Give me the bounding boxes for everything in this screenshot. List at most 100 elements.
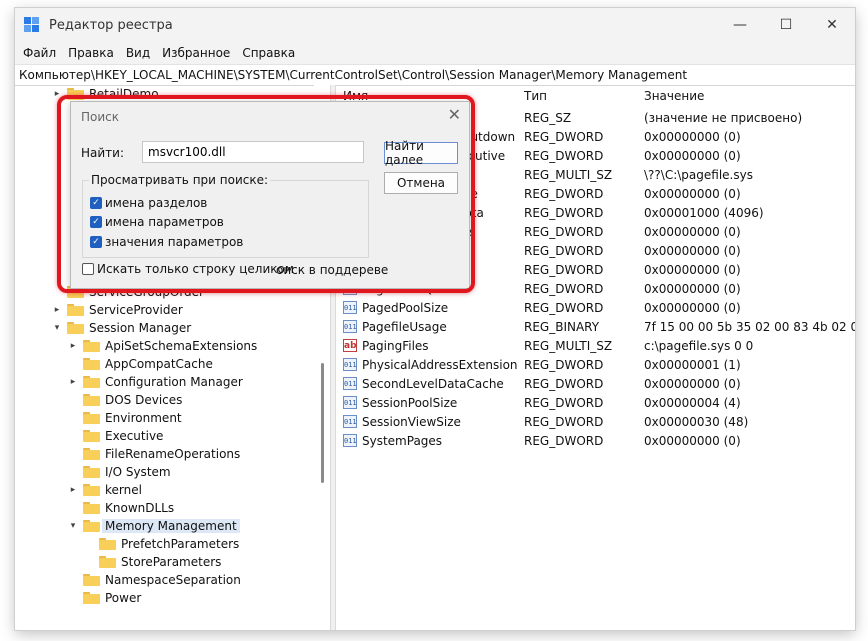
folder-icon: [83, 592, 100, 604]
folder-icon: [83, 502, 100, 514]
tree-item-label: PrefetchParameters: [121, 537, 240, 551]
value-row[interactable]: 011 SessionPoolSize REG_DWORD 0x00000004 (4…: [335, 393, 855, 412]
tree-item[interactable]: Executive: [67, 427, 163, 445]
binary-value-icon: 011: [343, 434, 357, 447]
no-expander: [83, 535, 95, 553]
value-type: REG_DWORD: [524, 205, 604, 220]
tree-item[interactable]: ▾ Session Manager: [51, 319, 191, 337]
value-type: REG_SZ: [524, 110, 572, 125]
title-bar[interactable]: Редактор реестра — ☐ ✕: [15, 8, 855, 42]
folder-icon: [83, 520, 100, 532]
value-data: c:\pagefile.sys 0 0: [644, 338, 754, 353]
value-type: REG_BINARY: [524, 319, 600, 334]
folder-icon: [67, 322, 84, 334]
value-data: 0x00000000 (0): [644, 224, 741, 239]
tree-scrollbar-thumb[interactable]: [321, 363, 324, 483]
folder-icon: [83, 574, 100, 586]
value-type: REG_DWORD: [524, 129, 604, 144]
tree-item[interactable]: StoreParameters: [83, 553, 221, 571]
tree-item[interactable]: ▸ ServiceProvider: [51, 301, 183, 319]
chevron-right-icon[interactable]: ▸: [51, 301, 63, 319]
value-name: PagefileUsage: [362, 319, 447, 334]
tree-item[interactable]: I/O System: [67, 463, 171, 481]
tree-item[interactable]: KnownDLLs: [67, 499, 174, 517]
value-row[interactable]: 011 SessionViewSize REG_DWORD 0x00000030 (4…: [335, 412, 855, 431]
value-data: 0x00000000 (0): [644, 186, 741, 201]
chevron-right-icon[interactable]: ▸: [67, 373, 79, 391]
value-row[interactable]: 011 PhysicalAddressExtension REG_DWORD 0x00…: [335, 355, 855, 374]
tree-item-label: Memory Management: [102, 519, 240, 533]
tree-item[interactable]: NamespaceSeparation: [67, 571, 241, 589]
value-type: REG_DWORD: [524, 414, 604, 429]
chevron-down-icon[interactable]: ▾: [67, 517, 79, 535]
tree-item[interactable]: ▸ Configuration Manager: [67, 373, 243, 391]
value-row[interactable]: 011 SecondLevelDataCache REG_DWORD 0x000000…: [335, 374, 855, 393]
menu-favorites[interactable]: Избранное: [156, 46, 236, 60]
tree-item-label: Configuration Manager: [105, 375, 243, 389]
no-expander: [67, 445, 79, 463]
tree-item-label: Session Manager: [89, 321, 192, 335]
value-name: SystemPages: [362, 433, 443, 448]
no-expander: [83, 553, 95, 571]
value-type: REG_DWORD: [524, 300, 604, 315]
menu-help[interactable]: Справка: [236, 46, 301, 60]
tree-item[interactable]: Power: [67, 589, 141, 607]
tree-item-label: StoreParameters: [121, 555, 222, 569]
value-name: SessionViewSize: [362, 414, 461, 429]
minimize-button[interactable]: —: [717, 8, 763, 42]
value-row[interactable]: ab PagingFiles REG_MULTI_SZ c:\pagefile.sys…: [335, 336, 855, 355]
window-title: Редактор реестра: [49, 17, 173, 33]
no-expander: [67, 571, 79, 589]
column-header-type[interactable]: Тип: [524, 89, 547, 103]
tree-item-label: I/O System: [105, 465, 171, 479]
tree-item-label: KnownDLLs: [105, 501, 175, 515]
folder-icon: [83, 340, 100, 352]
chevron-right-icon[interactable]: ▸: [67, 337, 79, 355]
value-data: 0x00000030 (48): [644, 414, 749, 429]
value-data: 0x00000000 (0): [644, 281, 741, 296]
column-header-value[interactable]: Значение: [644, 89, 704, 103]
close-button[interactable]: ✕: [809, 8, 855, 42]
no-expander: [67, 463, 79, 481]
value-row[interactable]: 011 SystemPages REG_DWORD 0x00000000 (0): [335, 431, 855, 450]
value-type: REG_DWORD: [524, 186, 604, 201]
value-type: REG_DWORD: [524, 281, 604, 296]
maximize-button[interactable]: ☐: [763, 8, 809, 42]
menu-file[interactable]: Файл: [17, 46, 62, 60]
folder-icon: [99, 538, 116, 550]
tree-item[interactable]: ▸ ApiSetSchemaExtensions: [67, 337, 258, 355]
value-data: 0x00000000 (0): [644, 148, 741, 163]
address-bar[interactable]: Компьютер\HKEY_LOCAL_MACHINE\SYSTEM\Curr…: [15, 64, 855, 86]
value-data: 0x00000000 (0): [644, 376, 741, 391]
value-name: SecondLevelDataCache: [362, 376, 504, 391]
value-type: REG_MULTI_SZ: [524, 167, 613, 182]
value-data: 7f 15 00 00 5b 35 02 00 83 4b 02 00 58 4…: [644, 319, 855, 334]
chevron-down-icon[interactable]: ▾: [51, 319, 63, 337]
tree-item[interactable]: AppCompatCache: [67, 355, 213, 373]
value-data: 0x00000004 (4): [644, 395, 741, 410]
value-type: REG_DWORD: [524, 243, 604, 258]
tree-item[interactable]: DOS Devices: [67, 391, 182, 409]
string-value-icon: ab: [343, 339, 357, 352]
value-data: (значение не присвоено): [644, 110, 803, 125]
value-name: PagedPoolSize: [362, 300, 449, 315]
menu-edit[interactable]: Правка: [62, 46, 120, 60]
tree-item[interactable]: ▸ kernel: [67, 481, 142, 499]
tree-item[interactable]: FileRenameOperations: [67, 445, 240, 463]
menu-view[interactable]: Вид: [120, 46, 156, 60]
folder-icon: [83, 484, 100, 496]
tree-item[interactable]: PrefetchParameters: [83, 535, 239, 553]
value-data: \??\C:\pagefile.sys: [644, 167, 753, 182]
tree-item-label: Executive: [105, 429, 164, 443]
no-expander: [67, 355, 79, 373]
tree-item-label: ApiSetSchemaExtensions: [105, 339, 258, 353]
value-row[interactable]: 011 PagefileUsage REG_BINARY 7f 15 00 00 5b…: [335, 317, 855, 336]
tree-item-label: AppCompatCache: [105, 357, 213, 371]
folder-icon: [83, 358, 100, 370]
tree-item[interactable]: ▾ Memory Management: [67, 517, 240, 535]
value-type: REG_DWORD: [524, 357, 604, 372]
no-expander: [67, 409, 79, 427]
chevron-right-icon[interactable]: ▸: [67, 481, 79, 499]
value-row[interactable]: 011 PagedPoolSize REG_DWORD 0x00000000 (0): [335, 298, 855, 317]
tree-item[interactable]: Environment: [67, 409, 182, 427]
